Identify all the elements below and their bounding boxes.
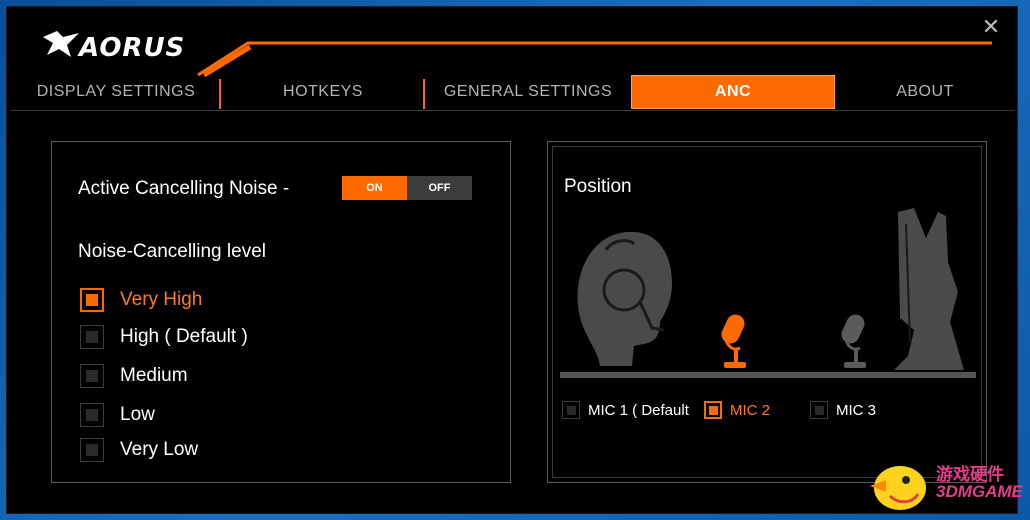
radio-checkbox[interactable] — [810, 401, 828, 419]
mic-option-3[interactable]: MIC 3 — [810, 400, 876, 420]
aorus-logo-icon: AORUS — [41, 25, 191, 65]
level-option-label: Medium — [120, 365, 188, 386]
anc-label: Active Cancelling Noise - — [78, 178, 290, 199]
tab-anc[interactable]: ANC — [631, 75, 835, 109]
level-option-medium[interactable]: Medium — [80, 363, 188, 389]
noise-level-title: Noise-Cancelling level — [78, 241, 266, 262]
level-option-label: Very Low — [120, 439, 199, 460]
level-option-label: High ( Default ) — [120, 326, 248, 347]
tab-display-settings[interactable]: DISPLAY SETTINGS — [11, 75, 221, 109]
microphone-icon — [841, 314, 866, 368]
mic-position-panel: Position MIC 1 (Default MIC 2 MIC 3 — [547, 141, 987, 483]
headset-head-icon — [577, 231, 672, 366]
tab-hotkeys[interactable]: HOTKEYS — [221, 75, 425, 109]
mic-option-label: MIC 1 ( Default — [588, 401, 689, 419]
microphone-icon — [721, 314, 746, 368]
radio-checkbox[interactable] — [704, 401, 722, 419]
aorus-window: AORUS ✕ DISPLAY SETTINGS HOTKEYS GENERAL… — [6, 6, 1018, 514]
anc-settings-panel: Active Cancelling Noise - ON OFF Noise-C… — [51, 141, 511, 483]
level-option-label: Low — [120, 404, 155, 425]
level-option-very-low[interactable]: Very Low — [80, 437, 198, 463]
radio-checkbox[interactable] — [80, 403, 104, 427]
watermark-en: 3DMGAME — [936, 482, 1023, 501]
position-scene — [560, 208, 976, 378]
mic-option-1[interactable]: MIC 1 ( Default — [562, 400, 689, 420]
anc-toggle-on[interactable]: ON — [342, 176, 407, 200]
anc-toggle-off[interactable]: OFF — [407, 176, 472, 200]
mic-option-label: MIC 3 — [836, 401, 877, 419]
mic-option-label: MIC 2 — [730, 401, 771, 419]
floor-line — [560, 372, 976, 378]
logo-text: AORUS — [79, 33, 186, 63]
level-option-label: Very High — [120, 289, 203, 310]
radio-checkbox[interactable] — [562, 401, 580, 419]
level-option-low[interactable]: Low — [80, 402, 155, 428]
radio-checkbox[interactable] — [80, 364, 104, 388]
chick-mascot-icon — [870, 466, 926, 510]
watermark: 游戏硬件 3DMGAME — [860, 458, 1030, 514]
monitor-icon — [894, 208, 964, 370]
close-icon[interactable]: ✕ — [979, 15, 1003, 39]
level-option-very-high[interactable]: Very High — [80, 287, 202, 313]
tab-general-settings[interactable]: GENERAL SETTINGS — [425, 75, 631, 109]
level-option-high[interactable]: High ( Default ) — [80, 324, 248, 350]
radio-checkbox[interactable] — [80, 325, 104, 349]
anc-toggle[interactable]: ON OFF — [342, 176, 472, 200]
mic-option-2[interactable]: MIC 2 — [704, 400, 770, 420]
tab-bar: DISPLAY SETTINGS HOTKEYS GENERAL SETTING… — [11, 73, 1015, 111]
tab-about[interactable]: ABOUT — [837, 75, 1013, 109]
radio-checkbox[interactable] — [80, 288, 104, 312]
radio-checkbox[interactable] — [80, 438, 104, 462]
accent-line — [197, 41, 992, 77]
